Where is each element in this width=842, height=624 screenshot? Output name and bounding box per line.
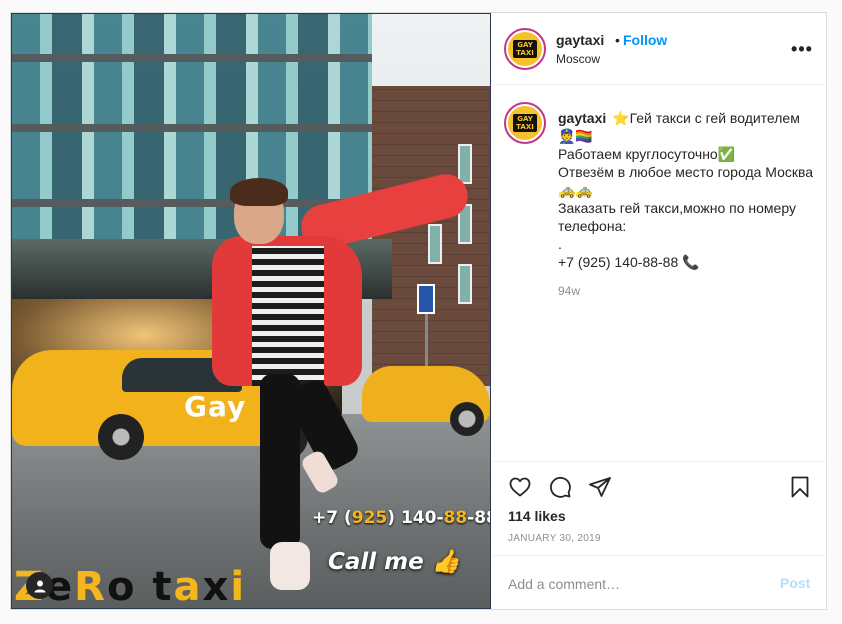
user-tag-icon [34, 580, 45, 592]
post-photo[interactable]: Gay +7 (925) 140-88-88 Call me 👍 ZeRo ta… [11, 13, 491, 609]
zero-part: i [230, 564, 247, 609]
post-header: GAY TAXI gaytaxi • Follow Moscow ••• [492, 13, 827, 85]
follow-button[interactable]: Follow [623, 32, 667, 48]
avatar-text-top: GAY [517, 115, 533, 123]
caption-line: Заказать гей такси,можно по номеру телеф… [558, 200, 800, 234]
photo-person-shoe [270, 542, 310, 590]
photo-building-band [12, 124, 372, 132]
caption-line: . [558, 236, 562, 252]
header-separator-dot: • [615, 32, 620, 48]
zero-part: o [106, 564, 153, 609]
avatar-text-bottom: TAXI [516, 123, 534, 131]
comment-icon [550, 476, 571, 498]
caption-age[interactable]: 94w [558, 284, 580, 298]
photo-wheel [98, 414, 144, 460]
comment-button[interactable] [548, 475, 572, 499]
phone-part: -88 [467, 508, 490, 528]
comment-bar: Post [492, 555, 827, 609]
bookmark-icon [791, 476, 809, 498]
paper-plane-icon [589, 477, 611, 497]
instagram-post: Gay +7 (925) 140-88-88 Call me 👍 ZeRo ta… [10, 12, 827, 610]
like-button[interactable] [508, 475, 532, 499]
photo-car-label: Gay [184, 390, 247, 423]
photo-person-leg [260, 374, 300, 549]
zero-part: R [74, 564, 107, 609]
avatar-plate: GAY TAXI [513, 114, 537, 132]
avatar-logo: GAY TAXI [508, 106, 542, 140]
avatar-logo: GAY TAXI [508, 32, 542, 66]
zero-part: t [152, 564, 174, 609]
photo-person-hair [230, 178, 288, 206]
caption-line: +7 (925) 140-88-88 📞 [558, 254, 700, 270]
share-button[interactable] [588, 475, 612, 499]
photo-road-sign [417, 284, 435, 314]
post-date[interactable]: JANUARY 30, 2019 [508, 533, 601, 544]
post-comment-button[interactable]: Post [780, 575, 810, 591]
photo-sign-pole [425, 314, 428, 374]
avatar-plate: GAY TAXI [513, 40, 537, 58]
caption-line: Отвезём в любое место города Москва🚕🚕 [558, 164, 814, 198]
post-details-panel: GAY TAXI gaytaxi • Follow Moscow ••• GAY… [492, 13, 827, 609]
phone-part: 88 [443, 508, 468, 528]
phone-part: ) 140- [387, 508, 444, 528]
photo-wheel [450, 402, 484, 436]
comment-input[interactable] [508, 574, 758, 594]
user-tag-button[interactable] [26, 572, 53, 599]
save-button[interactable] [788, 475, 812, 499]
photo-overlay-phone: +7 (925) 140-88-88 [312, 508, 490, 528]
caption-username[interactable]: gaytaxi [558, 110, 606, 126]
header-username[interactable]: gaytaxi [556, 32, 604, 48]
post-actions: 114 likes JANUARY 30, 2019 Post [492, 461, 827, 609]
heart-icon [509, 477, 531, 497]
zero-part: a [173, 564, 203, 609]
phone-part: 925 [351, 508, 388, 528]
header-location[interactable]: Moscow [556, 52, 600, 66]
photo-person-shirt [252, 246, 324, 386]
photo-brick-window [428, 224, 442, 264]
more-icon[interactable]: ••• [790, 37, 814, 61]
caption-avatar[interactable]: GAY TAXI [504, 102, 546, 144]
avatar-text-top: GAY [517, 41, 533, 49]
photo-overlay-call: Call me 👍 [328, 549, 461, 575]
post-caption: gaytaxi ⭐Гей такси с гей водителем 👮🏳️‍🌈… [558, 109, 816, 271]
likes-count[interactable]: 114 likes [508, 508, 566, 524]
phone-part: +7 ( [312, 508, 352, 528]
avatar-text-bottom: TAXI [516, 49, 534, 57]
avatar[interactable]: GAY TAXI [504, 28, 546, 70]
caption-line: Работаем круглосуточно✅ [558, 146, 736, 162]
photo-brick-window [458, 264, 472, 304]
photo-brick-window [458, 144, 472, 184]
zero-part: x [202, 564, 231, 609]
photo-building-band [12, 54, 372, 62]
